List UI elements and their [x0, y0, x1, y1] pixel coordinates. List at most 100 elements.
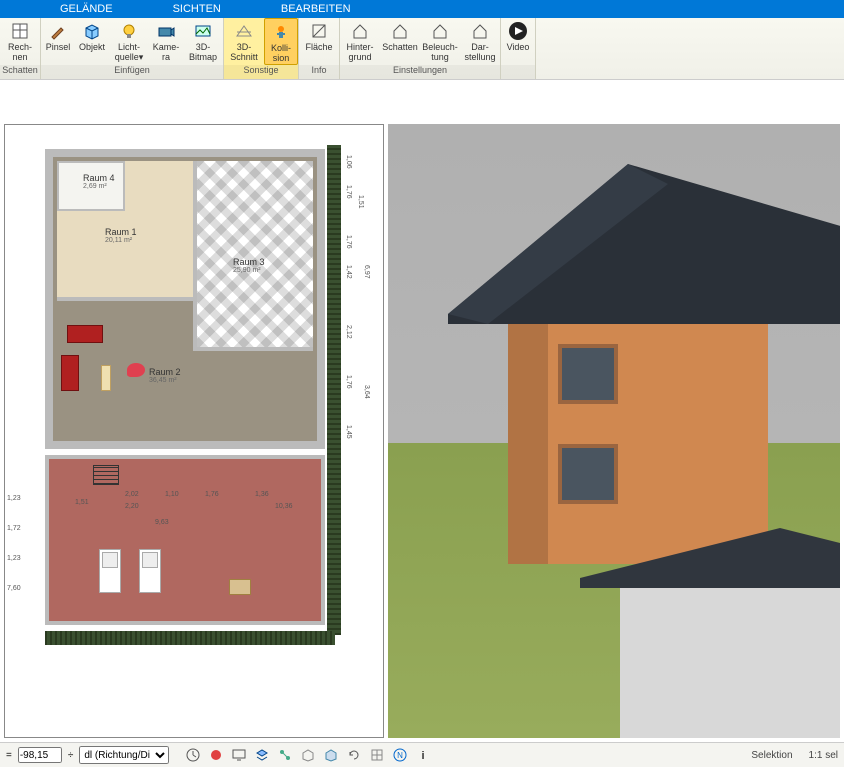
hintergrund-button[interactable]: Hinter-grund	[340, 18, 380, 65]
connect-icon[interactable]	[275, 746, 295, 764]
objekt-button[interactable]: Objekt	[75, 18, 109, 65]
ribbon-group-einstellungen: Hinter-grund Schatten Beleuch-tung Dar-s…	[340, 18, 501, 79]
sofa-1[interactable]	[67, 325, 103, 343]
beleuchtung-button[interactable]: Beleuch-tung	[420, 18, 460, 65]
coord-label: =	[6, 750, 12, 761]
terrace[interactable]	[45, 455, 325, 625]
dim-right-g: 2,12	[345, 325, 352, 339]
rotate-icon[interactable]	[344, 746, 364, 764]
3d-schnitt-label: 3D-Schnitt	[224, 42, 264, 62]
ribbon-group-label-einstellungen: Einstellungen	[340, 65, 500, 79]
lichtquelle-button[interactable]: Licht-quelle▾	[109, 18, 149, 65]
svg-text:i: i	[422, 750, 425, 762]
dim-terr-b: 2,02	[125, 491, 139, 498]
calc-icon	[9, 21, 31, 41]
pinsel-button[interactable]: Pinsel	[41, 18, 75, 65]
coord-input[interactable]	[18, 747, 62, 763]
terrace-table[interactable]	[229, 579, 251, 595]
video-label: Video	[501, 42, 535, 52]
lawn-chair-1[interactable]	[99, 549, 121, 593]
cube-icon	[81, 21, 103, 41]
3d-bitmap-button[interactable]: 3D-Bitmap	[183, 18, 223, 65]
brush-icon	[47, 21, 69, 41]
coord-unit: ÷	[68, 750, 74, 761]
ribbon-group-schatten: Rech-nen Schatten	[0, 18, 41, 79]
area-icon	[308, 21, 330, 41]
pinsel-label: Pinsel	[41, 42, 75, 52]
ribbon-group-label-video	[501, 65, 535, 79]
status-ratio: 1:1 sel	[809, 750, 838, 761]
menu-gelaende[interactable]: GELÄNDE	[60, 3, 113, 15]
darstellung-button[interactable]: Dar-stellung	[460, 18, 500, 65]
dim-left-c: 1,23	[7, 555, 21, 562]
small-table[interactable]	[101, 365, 111, 391]
dim-right-f: 6,97	[363, 265, 370, 279]
ribbon-group-label-schatten: Schatten	[0, 65, 40, 79]
menu-bearbeiten[interactable]: BEARBEITEN	[281, 3, 351, 15]
dim-right-a: 1,06	[345, 155, 352, 169]
workspace: Raum 42,69 m² Raum 120,11 m² Raum 325,90…	[0, 120, 844, 742]
info-icon[interactable]: i	[413, 746, 433, 764]
dim-right-c: 1,51	[357, 195, 364, 209]
terrace-grate[interactable]	[93, 465, 119, 485]
menu-bar: GELÄNDE SICHTEN BEARBEITEN	[0, 0, 844, 18]
ribbon-group-label-sonstige: Sonstige	[224, 65, 298, 79]
floor-plan-viewport[interactable]: Raum 42,69 m² Raum 120,11 m² Raum 325,90…	[4, 124, 384, 738]
house-shade	[508, 304, 548, 564]
3d-schnitt-button[interactable]: 3D-Schnitt	[224, 18, 264, 65]
cube2-icon[interactable]	[321, 746, 341, 764]
dim-terr-d: 1,10	[165, 491, 179, 498]
layers-icon[interactable]	[252, 746, 272, 764]
cube-icon[interactable]	[298, 746, 318, 764]
section-icon	[233, 21, 255, 41]
stool-red[interactable]	[127, 363, 145, 377]
menu-sichten[interactable]: SICHTEN	[173, 3, 221, 15]
ribbon-group-label-einfuegen: Einfügen	[41, 65, 223, 79]
status-icon-bar: N i	[183, 746, 433, 764]
ribbon-group-einfuegen: Pinsel Objekt Licht-quelle▾ Kame-ra 3D-B…	[41, 18, 224, 79]
kollision-label: Kolli-sion	[265, 43, 297, 63]
video-button[interactable]: Video	[501, 18, 535, 65]
dim-terr-f: 1,36	[255, 491, 269, 498]
darstellung-label: Dar-stellung	[460, 42, 500, 62]
rechnen-label: Rech-nen	[0, 42, 40, 62]
kollision-button[interactable]: Kolli-sion	[264, 18, 298, 65]
lawn-chair-2[interactable]	[139, 549, 161, 593]
house-outline-icon	[429, 21, 451, 41]
dim-right-b: 1,76	[345, 185, 352, 199]
building-outline[interactable]: Raum 42,69 m² Raum 120,11 m² Raum 325,90…	[45, 149, 325, 449]
dim-right-i: 3,64	[363, 385, 370, 399]
schatten-einst-label: Schatten	[380, 42, 420, 52]
record-icon[interactable]	[206, 746, 226, 764]
dim-terr-e: 1,76	[205, 491, 219, 498]
clock-icon[interactable]	[183, 746, 203, 764]
kamera-button[interactable]: Kame-ra	[149, 18, 183, 65]
flaeche-button[interactable]: Fläche	[299, 18, 339, 65]
north-icon[interactable]: N	[390, 746, 410, 764]
dim-left-b: 1,72	[7, 525, 21, 532]
room2[interactable]	[57, 305, 313, 437]
sofa-2[interactable]	[61, 355, 79, 391]
3d-viewport[interactable]	[388, 124, 840, 738]
play-icon	[507, 21, 529, 41]
grid-icon[interactable]	[367, 746, 387, 764]
house-outline-icon	[349, 21, 371, 41]
direction-select[interactable]: dl (Richtung/Di	[79, 746, 169, 764]
dim-terr-g: 10,36	[275, 503, 293, 510]
3d-bitmap-label: 3D-Bitmap	[183, 42, 223, 62]
dim-terr-total: 9,63	[155, 519, 169, 526]
lichtquelle-label: Licht-quelle▾	[109, 42, 149, 62]
room3-label: Raum 325,90 m²	[233, 257, 265, 274]
hedge-right	[327, 145, 341, 635]
hintergrund-label: Hinter-grund	[340, 42, 380, 62]
window-upper	[558, 344, 618, 404]
display-icon[interactable]	[229, 746, 249, 764]
schatten-einst-button[interactable]: Schatten	[380, 18, 420, 65]
ribbon-group-info: Fläche Info	[299, 18, 340, 79]
dim-right-h: 1,76	[345, 375, 352, 389]
ribbon-group-sonstige: 3D-Schnitt Kolli-sion Sonstige	[224, 18, 299, 79]
beleuchtung-label: Beleuch-tung	[420, 42, 460, 62]
flaeche-label: Fläche	[299, 42, 339, 52]
camera-icon	[155, 21, 177, 41]
rechnen-button[interactable]: Rech-nen	[0, 18, 40, 65]
